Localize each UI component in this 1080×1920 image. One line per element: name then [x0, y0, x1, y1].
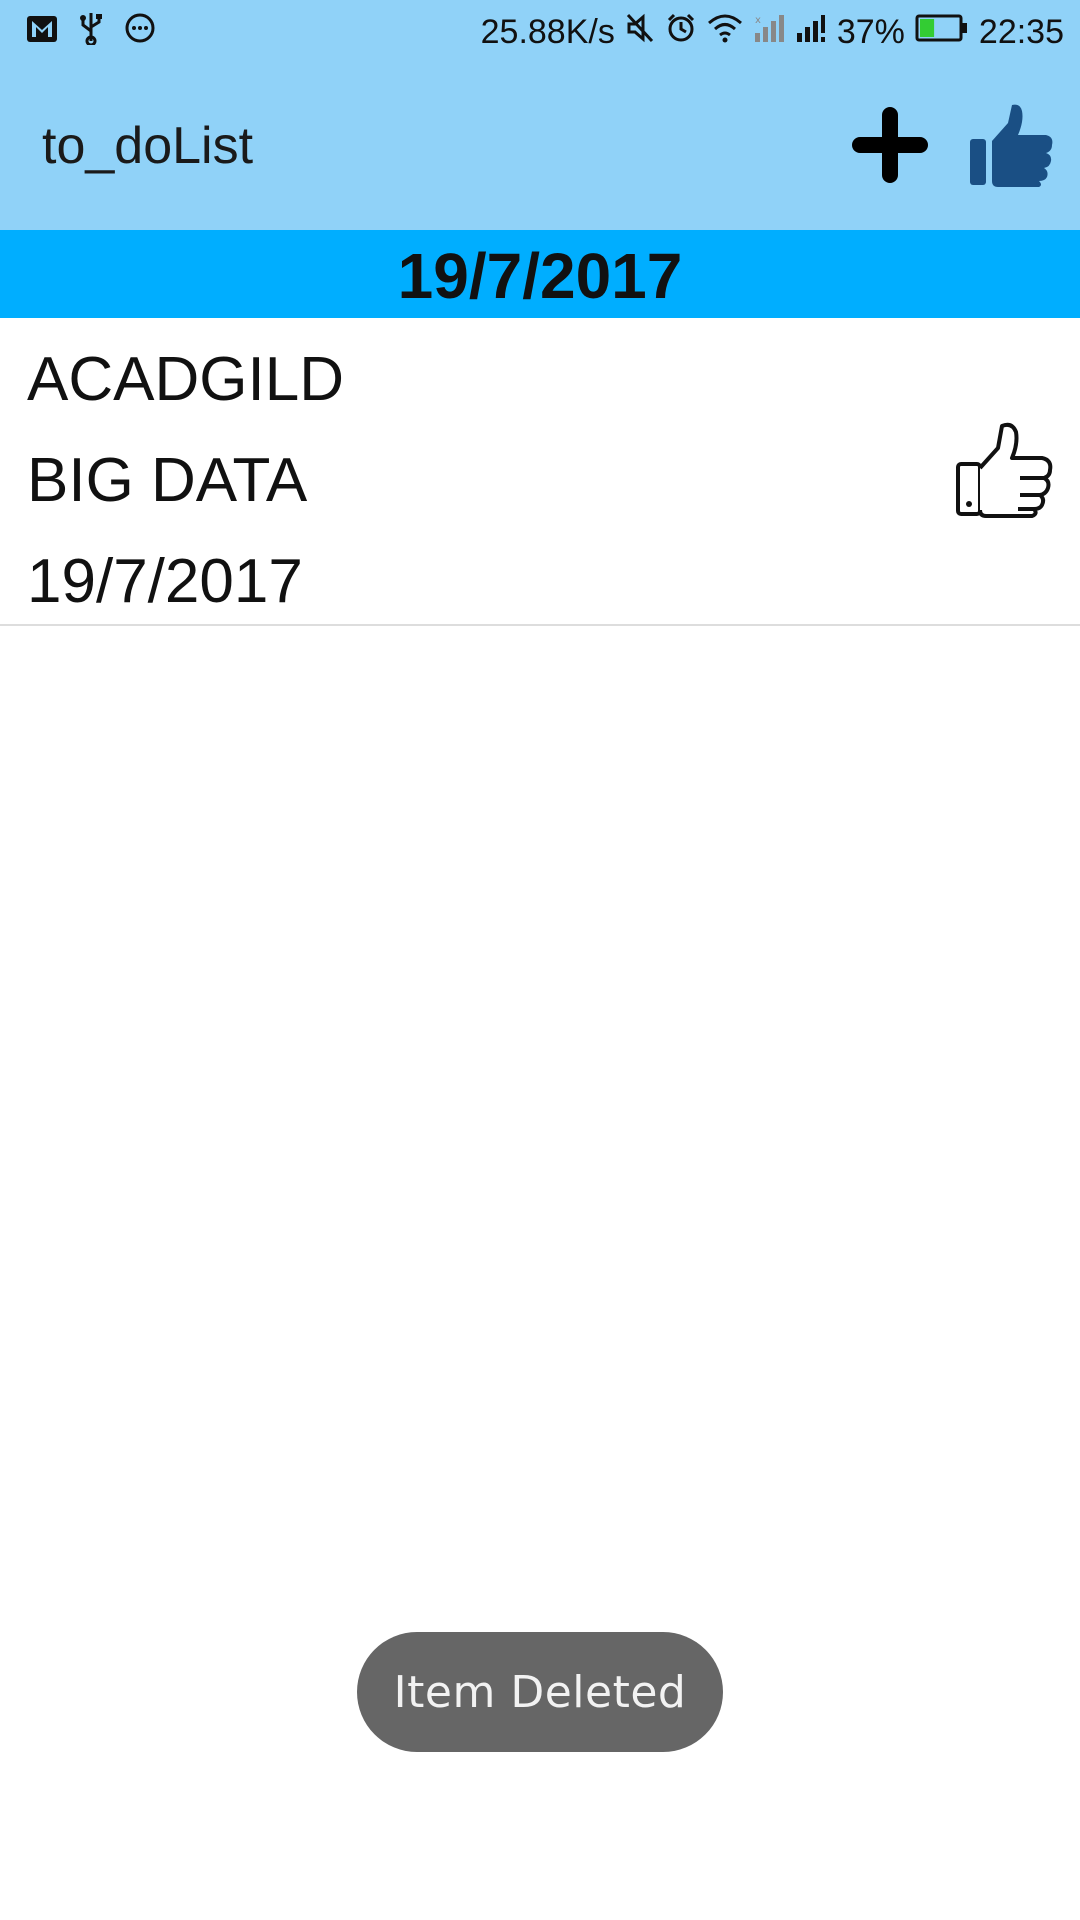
usb-icon — [78, 11, 104, 54]
date-header-label: 19/7/2017 — [397, 240, 683, 312]
thumbs-up-icon — [970, 104, 1053, 187]
item-date: 19/7/2017 — [27, 547, 303, 616]
item-title: ACADGILD — [27, 345, 344, 414]
wifi-icon — [707, 13, 743, 52]
battery-fill — [919, 18, 935, 37]
item-like-button[interactable] — [952, 418, 1056, 522]
clock: 22:35 — [978, 13, 1064, 51]
svg-text:x: x — [755, 15, 761, 26]
thumbs-up-outline-icon — [956, 422, 1053, 518]
screen: 25.88K/s x 37% 22:35 to_doList 19/7/2017… — [0, 0, 1080, 1920]
alarm-icon — [665, 12, 697, 53]
battery-percent: 37% — [836, 13, 905, 51]
messenger-icon — [124, 12, 156, 53]
signal-1-icon: x — [753, 13, 785, 52]
battery-icon — [915, 13, 969, 52]
status-right-icons: 25.88K/s x 37% 22:35 — [481, 10, 1064, 54]
mute-icon — [625, 12, 655, 53]
status-left-icons — [26, 12, 156, 52]
list-item[interactable]: ACADGILD BIG DATA 19/7/2017 — [0, 318, 1080, 626]
add-button[interactable] — [848, 103, 932, 187]
add-icon — [852, 107, 928, 183]
signal-2-icon — [795, 13, 827, 52]
toast: Item Deleted — [357, 1632, 723, 1752]
app-bar: to_doList — [0, 63, 1080, 230]
status-bar: 25.88K/s x 37% 22:35 — [0, 0, 1080, 63]
toast-message: Item Deleted — [393, 1666, 687, 1718]
date-header: 19/7/2017 — [0, 230, 1080, 318]
item-description: BIG DATA — [27, 446, 308, 515]
like-all-button[interactable] — [968, 101, 1056, 189]
gmail-icon — [26, 13, 58, 52]
app-title: to_doList — [42, 117, 254, 175]
network-speed: 25.88K/s — [480, 13, 615, 51]
